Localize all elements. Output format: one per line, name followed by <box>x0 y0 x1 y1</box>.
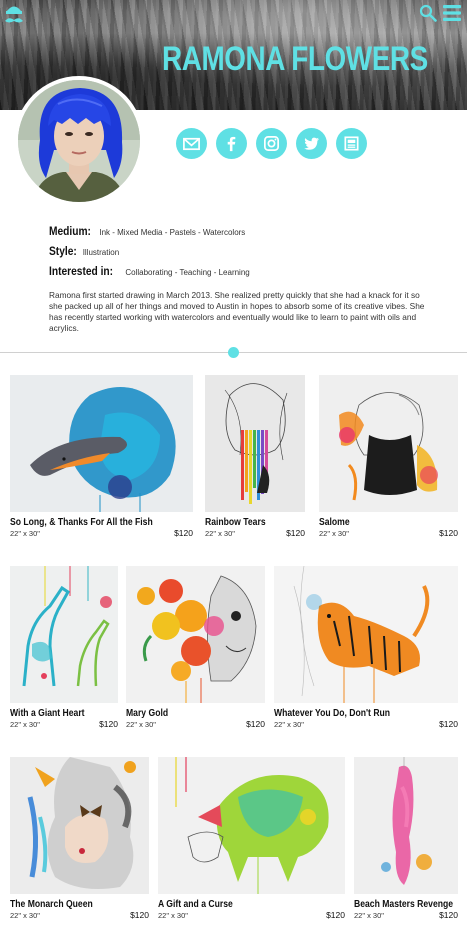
artwork-size: 22" x 30" <box>354 911 384 920</box>
mustache-hat-logo-icon[interactable] <box>4 3 24 29</box>
artwork-title[interactable]: Whatever You Do, Don't Run <box>274 707 390 719</box>
artwork-image[interactable] <box>10 566 118 703</box>
artwork-size: 22" x 30" <box>10 720 40 729</box>
artwork-size: 22" x 30" <box>319 529 349 538</box>
artwork-size: 22" x 30" <box>10 529 40 538</box>
artwork-image[interactable] <box>10 757 149 894</box>
style-label: Style: <box>49 244 77 258</box>
artwork-card[interactable]: With a Giant Heart 22" x 30" $120 <box>10 566 118 731</box>
facebook-icon[interactable] <box>216 128 247 159</box>
medium-label: Medium: <box>49 224 91 238</box>
artwork-price: $120 <box>439 910 458 920</box>
instagram-icon[interactable] <box>256 128 287 159</box>
interests-row: Interested in: Collaborating - Teaching … <box>49 264 250 284</box>
artwork-card[interactable]: So Long, & Thanks For All the Fish 22" x… <box>10 375 193 540</box>
social-links <box>176 128 367 159</box>
artwork-title[interactable]: Beach Masters Revenge <box>354 898 453 910</box>
artwork-card[interactable]: Whatever You Do, Don't Run 22" x 30" $12… <box>274 566 458 731</box>
artwork-price: $120 <box>130 910 149 920</box>
artwork-card[interactable]: A Gift and a Curse 22" x 30" $120 <box>158 757 345 922</box>
artwork-price: $120 <box>326 910 345 920</box>
artwork-image[interactable] <box>274 566 458 703</box>
artwork-card[interactable]: The Monarch Queen 22" x 30" $120 <box>10 757 149 922</box>
artwork-price: $120 <box>246 719 265 729</box>
artwork-size: 22" x 30" <box>274 720 304 729</box>
medium-row: Medium: Ink - Mixed Media - Pastels - Wa… <box>49 224 250 244</box>
artwork-card[interactable]: Rainbow Tears 22" x 30" $120 <box>205 375 305 540</box>
artist-details: Medium: Ink - Mixed Media - Pastels - Wa… <box>49 224 250 284</box>
artwork-size: 22" x 30" <box>158 911 188 920</box>
artwork-price: $120 <box>439 528 458 538</box>
artwork-title[interactable]: The Monarch Queen <box>10 898 93 910</box>
divider-dot <box>228 347 239 358</box>
artwork-card[interactable]: Mary Gold 22" x 30" $120 <box>126 566 265 731</box>
artwork-price: $120 <box>439 719 458 729</box>
artwork-size: 22" x 30" <box>10 911 40 920</box>
artwork-price: $120 <box>174 528 193 538</box>
artist-bio: Ramona first started drawing in March 20… <box>49 290 425 333</box>
website-icon[interactable] <box>336 128 367 159</box>
style-value: Illustration <box>82 248 120 257</box>
artwork-image[interactable] <box>158 757 345 894</box>
artwork-title[interactable]: With a Giant Heart <box>10 707 85 719</box>
artwork-price: $120 <box>286 528 305 538</box>
artwork-card[interactable]: Beach Masters Revenge 22" x 30" $120 <box>354 757 458 922</box>
artwork-title[interactable]: A Gift and a Curse <box>158 898 233 910</box>
medium-value: Ink - Mixed Media - Pastels - Watercolor… <box>99 228 246 237</box>
artwork-title[interactable]: Salome <box>319 516 350 528</box>
artwork-price: $120 <box>99 719 118 729</box>
style-row: Style: Illustration <box>49 244 250 264</box>
artwork-image[interactable] <box>10 375 193 512</box>
artist-name: RAMONA FLOWERS <box>162 40 428 78</box>
artwork-title[interactable]: So Long, & Thanks For All the Fish <box>10 516 153 528</box>
interests-label: Interested in: <box>49 264 114 278</box>
avatar-frame <box>14 76 144 206</box>
artwork-image[interactable] <box>354 757 458 894</box>
artwork-image[interactable] <box>205 375 305 512</box>
artwork-title[interactable]: Mary Gold <box>126 707 168 719</box>
mail-icon[interactable] <box>176 128 207 159</box>
artwork-card[interactable]: Salome 22" x 30" $120 <box>319 375 458 540</box>
artwork-image[interactable] <box>319 375 458 512</box>
interests-value: Collaborating - Teaching - Learning <box>125 268 250 277</box>
artwork-title[interactable]: Rainbow Tears <box>205 516 266 528</box>
twitter-icon[interactable] <box>296 128 327 159</box>
artwork-size: 22" x 30" <box>126 720 156 729</box>
artwork-image[interactable] <box>126 566 265 703</box>
avatar <box>18 80 140 202</box>
artwork-size: 22" x 30" <box>205 529 235 538</box>
search-icon[interactable] <box>419 4 437 22</box>
hamburger-menu-icon[interactable] <box>443 5 461 21</box>
